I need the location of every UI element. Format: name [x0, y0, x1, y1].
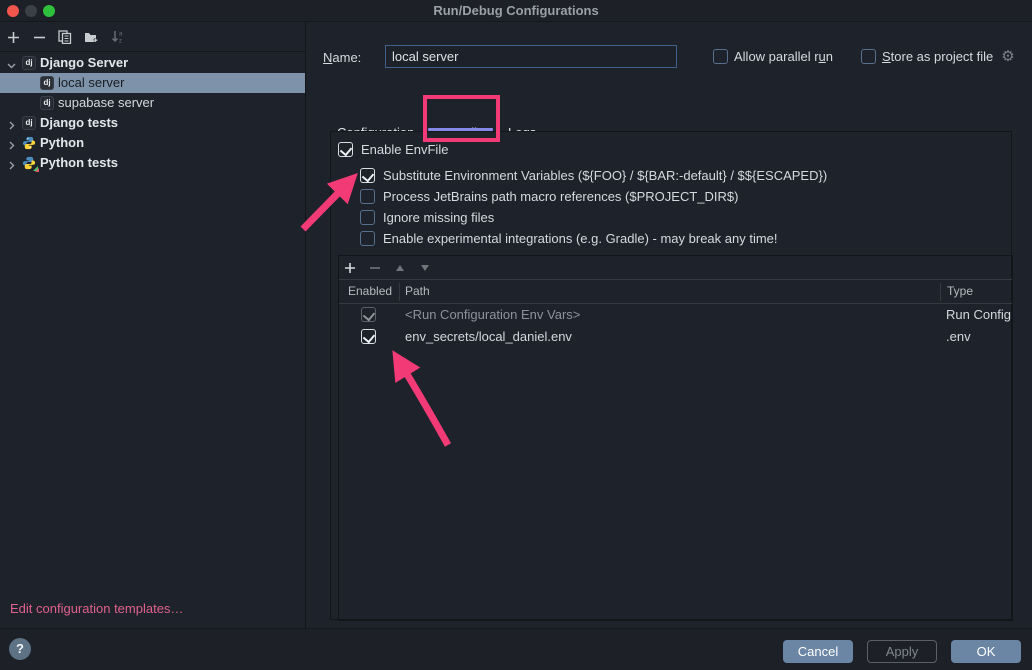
option-label: Substitute Environment Variables (${FOO}… — [383, 168, 827, 183]
ignore-missing-files-checkbox[interactable]: Ignore missing files — [360, 210, 494, 225]
column-divider — [399, 283, 400, 301]
remove-file-icon[interactable] — [366, 259, 384, 277]
env-files-table: Enabled Path Type <Run Configuration Env… — [338, 255, 1013, 621]
ok-button[interactable]: OK — [951, 640, 1021, 663]
configuration-editor: Name: Allow parallel run Store as projec… — [306, 22, 1032, 628]
dialog-footer: ? Cancel Apply OK — [0, 628, 1032, 670]
table-row-run-config-env-vars[interactable]: <Run Configuration Env Vars> Run Config — [339, 304, 1012, 326]
django-icon: dj — [40, 76, 54, 90]
tree-item-local-server[interactable]: dj local server — [0, 73, 305, 93]
svg-text:z: z — [119, 39, 122, 45]
tree-item-label: Python — [40, 135, 84, 150]
django-tests-icon: dj — [22, 116, 36, 130]
table-header: Enabled Path Type — [339, 280, 1012, 304]
tree-item-label: Python tests — [40, 155, 118, 170]
tree-item-label: Django Server — [40, 55, 128, 70]
django-icon: dj — [40, 96, 54, 110]
tree-item-label: local server — [58, 75, 124, 90]
allow-parallel-run-checkbox[interactable]: Allow parallel run — [713, 49, 833, 64]
enable-envfile-checkbox[interactable]: Enable EnvFile — [338, 142, 448, 157]
env-file-type: Run Config — [946, 307, 1011, 322]
chevron-right-icon[interactable] — [6, 117, 18, 129]
allow-parallel-run-label: Allow parallel run — [734, 49, 833, 64]
table-row-local-daniel-env[interactable]: env_secrets/local_daniel.env .env — [339, 326, 1012, 348]
column-type: Type — [947, 284, 973, 298]
experimental-integrations-checkbox[interactable]: Enable experimental integrations (e.g. G… — [360, 231, 778, 246]
tree-item-django-tests[interactable]: dj Django tests — [0, 113, 305, 133]
move-up-icon[interactable] — [391, 259, 409, 277]
python-icon — [22, 136, 36, 150]
name-label: Name: — [323, 50, 361, 65]
enable-envfile-label: Enable EnvFile — [361, 142, 448, 157]
option-label: Enable experimental integrations (e.g. G… — [383, 231, 778, 246]
tree-item-python-tests[interactable]: Python tests — [0, 153, 305, 173]
checkbox[interactable] — [861, 49, 876, 64]
checkbox[interactable] — [338, 142, 353, 157]
process-path-macros-checkbox[interactable]: Process JetBrains path macro references … — [360, 189, 738, 204]
configurations-sidebar: az dj Django Server dj local server dj s… — [0, 22, 306, 628]
tree-item-label: Django tests — [40, 115, 118, 130]
chevron-right-icon[interactable] — [6, 137, 18, 149]
run-debug-configurations-dialog: Run/Debug Configurations az — [0, 0, 1032, 670]
store-as-project-file-checkbox[interactable]: Store as project file ⚙ — [861, 49, 1015, 64]
checkbox[interactable] — [360, 168, 375, 183]
apply-button[interactable]: Apply — [867, 640, 937, 663]
python-tests-icon — [22, 156, 36, 170]
move-down-icon[interactable] — [416, 259, 434, 277]
checkbox[interactable] — [360, 231, 375, 246]
option-label: Ignore missing files — [383, 210, 494, 225]
table-toolbar — [339, 256, 1012, 280]
column-path: Path — [405, 284, 430, 298]
store-as-project-file-label: Store as project file — [882, 49, 993, 64]
row-enabled-checkbox[interactable] — [361, 307, 376, 322]
title-bar: Run/Debug Configurations — [0, 0, 1032, 22]
help-button[interactable]: ? — [9, 638, 31, 660]
django-icon: dj — [22, 56, 36, 70]
tree-item-supabase-server[interactable]: dj supabase server — [0, 93, 305, 113]
checkbox[interactable] — [360, 210, 375, 225]
new-folder-icon[interactable] — [81, 27, 101, 47]
column-divider — [940, 283, 941, 301]
substitute-env-variables-checkbox[interactable]: Substitute Environment Variables (${FOO}… — [360, 168, 827, 183]
tree-item-django-server[interactable]: dj Django Server — [0, 53, 305, 73]
sidebar-toolbar: az — [0, 22, 305, 52]
env-file-type: .env — [946, 329, 971, 344]
add-file-icon[interactable] — [341, 259, 359, 277]
checkbox[interactable] — [360, 189, 375, 204]
window-title: Run/Debug Configurations — [0, 3, 1032, 18]
cancel-button[interactable]: Cancel — [783, 640, 853, 663]
chevron-right-icon[interactable] — [6, 157, 18, 169]
svg-text:a: a — [119, 32, 123, 38]
configuration-tree: dj Django Server dj local server dj supa… — [0, 53, 305, 173]
settings-gear-icon[interactable]: ⚙ — [1001, 49, 1014, 64]
name-input[interactable] — [385, 45, 677, 68]
env-file-path: env_secrets/local_daniel.env — [405, 329, 572, 344]
add-configuration-icon[interactable] — [3, 27, 23, 47]
chevron-down-icon[interactable] — [6, 57, 18, 69]
tree-item-python[interactable]: Python — [0, 133, 305, 153]
row-enabled-checkbox[interactable] — [361, 329, 376, 344]
option-label: Process JetBrains path macro references … — [383, 189, 738, 204]
edit-configuration-templates-link[interactable]: Edit configuration templates… — [10, 601, 183, 616]
tree-item-label: supabase server — [58, 95, 154, 110]
copy-configuration-icon[interactable] — [55, 27, 75, 47]
column-enabled: Enabled — [348, 284, 392, 298]
env-file-path: <Run Configuration Env Vars> — [405, 307, 580, 322]
sort-configurations-icon[interactable]: az — [108, 27, 128, 47]
checkbox[interactable] — [713, 49, 728, 64]
remove-configuration-icon[interactable] — [29, 27, 49, 47]
envfile-tab-panel: Enable EnvFile Substitute Environment Va… — [330, 131, 1012, 620]
